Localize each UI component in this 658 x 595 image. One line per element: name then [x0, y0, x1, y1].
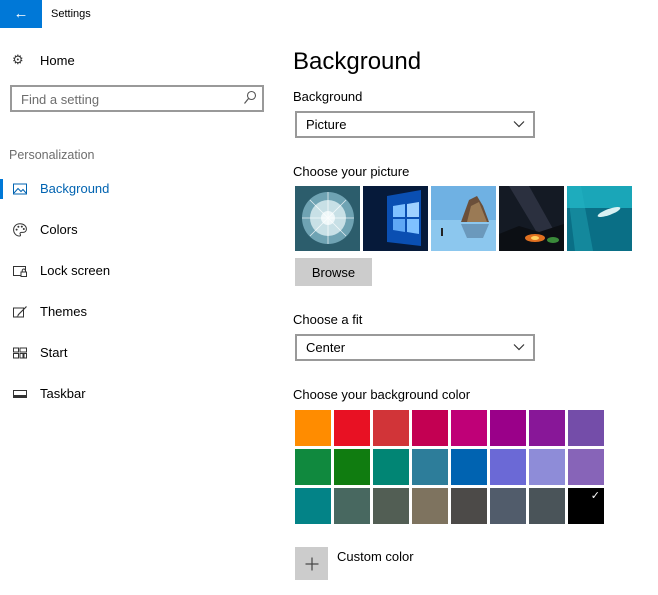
picture-icon: [13, 183, 27, 195]
chevron-down-icon: [513, 344, 525, 351]
back-button[interactable]: ←: [0, 0, 42, 28]
picture-thumbnail-windows[interactable]: [363, 186, 428, 251]
background-color-label: Choose your background color: [293, 387, 471, 402]
page-title: Background: [293, 48, 422, 75]
sidebar-item-background[interactable]: Background: [0, 177, 275, 201]
color-swatch[interactable]: [529, 449, 565, 485]
color-swatch[interactable]: [373, 410, 409, 446]
color-swatch[interactable]: ✓: [568, 488, 604, 524]
title-bar: ← Settings: [0, 0, 658, 28]
custom-color-button[interactable]: [295, 547, 328, 580]
search-input[interactable]: Find a setting: [10, 85, 264, 112]
color-swatch[interactable]: [295, 449, 331, 485]
color-swatch[interactable]: [373, 488, 409, 524]
picture-thumbnails: [295, 186, 632, 251]
sidebar: ⚙ Home Find a setting Personalization Ba…: [0, 28, 275, 595]
fit-value: Center: [306, 340, 346, 355]
chevron-down-icon: [513, 121, 525, 128]
color-swatch[interactable]: [451, 449, 487, 485]
sidebar-item-label: Taskbar: [40, 386, 86, 401]
search-icon: [244, 90, 257, 104]
color-swatch[interactable]: [334, 410, 370, 446]
background-type-label: Background: [293, 89, 363, 104]
sidebar-item-colors[interactable]: Colors: [0, 218, 275, 242]
sidebar-item-themes[interactable]: Themes: [0, 300, 275, 324]
sidebar-item-lock-screen[interactable]: Lock screen: [0, 259, 275, 283]
color-swatch[interactable]: [412, 410, 448, 446]
plus-icon: [305, 557, 318, 570]
color-swatch[interactable]: [568, 410, 604, 446]
color-swatch[interactable]: [412, 449, 448, 485]
themes-icon: [13, 306, 27, 318]
sidebar-item-label: Colors: [40, 222, 78, 237]
checkmark-icon: ✓: [590, 490, 600, 502]
home-nav-item[interactable]: ⚙ Home: [12, 52, 75, 68]
color-swatch[interactable]: [529, 410, 565, 446]
color-swatch[interactable]: [529, 488, 565, 524]
color-swatch[interactable]: [490, 488, 526, 524]
search-placeholder: Find a setting: [21, 92, 100, 107]
section-heading: Personalization: [9, 148, 95, 162]
background-type-select[interactable]: Picture: [295, 111, 535, 138]
color-swatch[interactable]: [295, 488, 331, 524]
picture-thumbnail-underwater[interactable]: [567, 186, 632, 251]
browse-button[interactable]: Browse: [295, 258, 372, 286]
color-swatch[interactable]: [451, 410, 487, 446]
gear-icon: ⚙: [12, 52, 24, 67]
custom-color-label: Custom color: [337, 549, 414, 564]
choose-fit-label: Choose a fit: [293, 312, 363, 327]
color-swatch[interactable]: [334, 449, 370, 485]
sidebar-item-taskbar[interactable]: Taskbar: [0, 382, 275, 406]
sidebar-item-label: Background: [40, 181, 110, 196]
lock-screen-icon: [13, 266, 27, 277]
picture-thumbnail-night-sky[interactable]: [499, 186, 564, 251]
color-swatch[interactable]: [490, 449, 526, 485]
color-swatch[interactable]: [568, 449, 604, 485]
start-icon: [13, 347, 27, 359]
palette-icon: [13, 223, 27, 237]
color-swatch[interactable]: [334, 488, 370, 524]
back-arrow-icon: ←: [13, 5, 29, 22]
sidebar-item-label: Start: [40, 345, 68, 360]
home-label: Home: [40, 52, 75, 68]
color-swatch[interactable]: [451, 488, 487, 524]
fit-select[interactable]: Center: [295, 334, 535, 361]
picture-thumbnail-beach[interactable]: [431, 186, 496, 251]
color-swatch[interactable]: [295, 410, 331, 446]
sidebar-item-label: Themes: [40, 304, 87, 319]
color-swatch[interactable]: [490, 410, 526, 446]
sidebar-item-label: Lock screen: [40, 263, 111, 278]
picture-thumbnail-dandelion[interactable]: [295, 186, 360, 251]
choose-picture-label: Choose your picture: [293, 164, 410, 179]
taskbar-icon: [13, 390, 27, 398]
color-swatch[interactable]: [412, 488, 448, 524]
color-swatch-grid: ✓: [295, 410, 604, 524]
background-type-value: Picture: [306, 117, 347, 132]
color-swatch[interactable]: [373, 449, 409, 485]
window-title: Settings: [51, 8, 91, 20]
sidebar-item-start[interactable]: Start: [0, 341, 275, 365]
active-indicator: [0, 179, 3, 199]
